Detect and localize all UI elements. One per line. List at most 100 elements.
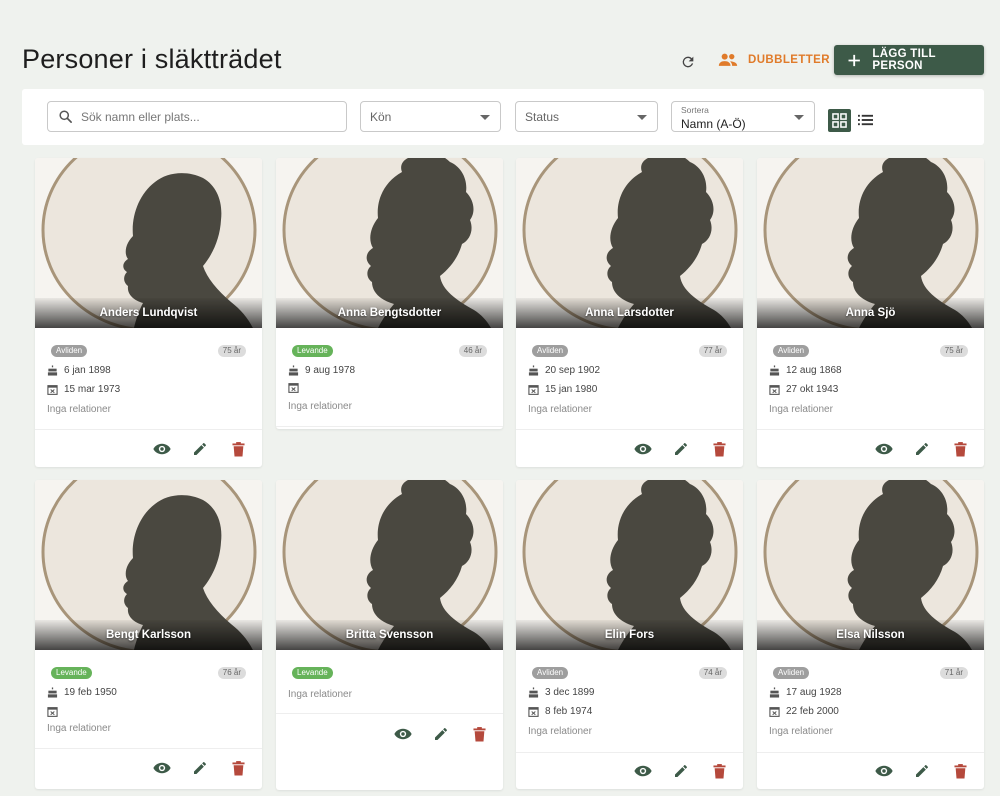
person-name: Anders Lundqvist bbox=[99, 307, 198, 319]
status-badge: Avliden bbox=[773, 345, 810, 357]
cake-icon bbox=[47, 686, 58, 698]
age-badge: 76 år bbox=[217, 667, 246, 679]
edit-button[interactable] bbox=[912, 439, 932, 459]
refresh-icon bbox=[682, 56, 694, 68]
eye-icon bbox=[875, 443, 893, 455]
status-badge: Levande bbox=[51, 667, 92, 679]
death-date-row bbox=[47, 704, 64, 718]
relations-text: Inga relationer bbox=[47, 723, 111, 734]
person-card[interactable]: Anna Sjö Avliden 75 år 12 aug 1868 27 okt 19… bbox=[757, 158, 984, 467]
view-button[interactable] bbox=[874, 439, 894, 459]
gender-select[interactable]: Kön bbox=[360, 101, 501, 132]
search-field[interactable] bbox=[47, 101, 347, 132]
person-card[interactable]: Anna Larsdotter Avliden 77 år 20 sep 1902 15… bbox=[516, 158, 743, 467]
person-name: Bengt Karlsson bbox=[106, 629, 191, 641]
status-badge: Avliden bbox=[51, 345, 88, 357]
view-button[interactable] bbox=[633, 439, 653, 459]
person-card[interactable]: Elsa Nilsson Avliden 71 år 17 aug 1928 22 fe… bbox=[757, 480, 984, 789]
death-date-row: 27 okt 1943 bbox=[769, 382, 838, 396]
name-overlay: Anders Lundqvist bbox=[35, 298, 262, 328]
person-card[interactable]: Anders Lundqvist Avliden 75 år 6 jan 1898 15… bbox=[35, 158, 262, 467]
add-person-button[interactable]: LÄGG TILL PERSON bbox=[834, 45, 984, 75]
person-card[interactable]: Anna Bengtsdotter Levande 46 år 9 aug 1978 I… bbox=[276, 158, 503, 429]
edit-button[interactable] bbox=[671, 761, 691, 781]
age-badge: 75 år bbox=[217, 345, 246, 357]
birth-date: 6 jan 1898 bbox=[64, 364, 111, 376]
status-badge: Avliden bbox=[532, 345, 569, 357]
page-title: Personer i släktträdet bbox=[22, 44, 282, 74]
view-button[interactable] bbox=[152, 439, 172, 459]
card-actions bbox=[152, 758, 248, 778]
edit-button[interactable] bbox=[912, 761, 932, 781]
edit-button[interactable] bbox=[671, 439, 691, 459]
card-divider bbox=[35, 748, 262, 749]
birth-date: 17 aug 1928 bbox=[786, 686, 842, 698]
pencil-icon bbox=[675, 765, 687, 777]
delete-button[interactable] bbox=[228, 439, 248, 459]
delete-button[interactable] bbox=[228, 758, 248, 778]
status-select-label: Status bbox=[525, 110, 560, 124]
gender-select-label: Kön bbox=[370, 110, 392, 124]
search-input[interactable] bbox=[81, 109, 321, 124]
duplicates-button[interactable]: DUBBLETTER bbox=[718, 50, 830, 70]
pencil-icon bbox=[916, 443, 928, 455]
person-portrait: Elsa Nilsson bbox=[757, 480, 984, 650]
relations-text: Inga relationer bbox=[528, 404, 592, 415]
death-date: 27 okt 1943 bbox=[786, 383, 839, 395]
person-portrait: Anders Lundqvist bbox=[35, 158, 262, 328]
chevron-down-icon bbox=[480, 115, 490, 120]
search-icon bbox=[59, 110, 72, 123]
card-actions bbox=[152, 439, 248, 459]
grid-view-button[interactable] bbox=[828, 109, 851, 132]
eye-icon bbox=[394, 728, 412, 740]
cake-icon bbox=[47, 364, 58, 376]
person-card[interactable]: Elin Fors Avliden 74 år 3 dec 1899 8 feb 197… bbox=[516, 480, 743, 789]
calendar-x-icon bbox=[288, 382, 299, 393]
sort-select-label: Sortera bbox=[681, 105, 709, 115]
death-date: 15 mar 1973 bbox=[64, 383, 121, 395]
pencil-icon bbox=[675, 443, 687, 455]
edit-button[interactable] bbox=[190, 439, 210, 459]
relations-text: Inga relationer bbox=[288, 689, 352, 700]
delete-button[interactable] bbox=[950, 439, 970, 459]
birth-date-row: 19 feb 1950 bbox=[47, 685, 117, 699]
eye-icon bbox=[875, 765, 893, 777]
edit-button[interactable] bbox=[190, 758, 210, 778]
view-button[interactable] bbox=[393, 724, 413, 744]
birth-date-row: 3 dec 1899 bbox=[528, 685, 595, 699]
plus-icon bbox=[848, 54, 860, 66]
delete-button[interactable] bbox=[709, 439, 729, 459]
name-overlay: Elin Fors bbox=[516, 620, 743, 650]
death-date-row: 22 feb 2000 bbox=[769, 704, 839, 718]
view-button[interactable] bbox=[152, 758, 172, 778]
refresh-button[interactable] bbox=[676, 50, 700, 74]
list-view-button[interactable] bbox=[857, 112, 873, 128]
chevron-down-icon bbox=[794, 115, 804, 120]
person-card[interactable]: Britta Svensson Levande Inga relationer bbox=[276, 480, 503, 790]
view-button[interactable] bbox=[633, 761, 653, 781]
sort-select[interactable]: Sortera Namn (A-Ö) bbox=[671, 101, 815, 132]
relations-text: Inga relationer bbox=[528, 726, 592, 737]
duplicates-label: DUBBLETTER bbox=[748, 54, 830, 66]
view-button[interactable] bbox=[874, 761, 894, 781]
eye-icon bbox=[153, 762, 171, 774]
person-portrait: Britta Svensson bbox=[276, 480, 503, 650]
edit-button[interactable] bbox=[431, 724, 451, 744]
death-date: 8 feb 1974 bbox=[545, 705, 593, 717]
trash-icon bbox=[712, 763, 726, 778]
delete-button[interactable] bbox=[469, 724, 489, 744]
status-select[interactable]: Status bbox=[515, 101, 658, 132]
relations-text: Inga relationer bbox=[47, 404, 111, 415]
name-overlay: Anna Sjö bbox=[757, 298, 984, 328]
trash-icon bbox=[231, 760, 245, 775]
birth-date-row: 17 aug 1928 bbox=[769, 685, 842, 699]
birth-date-row: 9 aug 1978 bbox=[288, 363, 355, 377]
delete-button[interactable] bbox=[950, 761, 970, 781]
pencil-icon bbox=[194, 443, 206, 455]
pencil-icon bbox=[916, 765, 928, 777]
person-card[interactable]: Bengt Karlsson Levande 76 år 19 feb 1950 Ing… bbox=[35, 480, 262, 789]
card-actions bbox=[393, 724, 489, 744]
birth-date-row: 20 sep 1902 bbox=[528, 363, 600, 377]
status-badge: Avliden bbox=[773, 667, 810, 679]
delete-button[interactable] bbox=[709, 761, 729, 781]
